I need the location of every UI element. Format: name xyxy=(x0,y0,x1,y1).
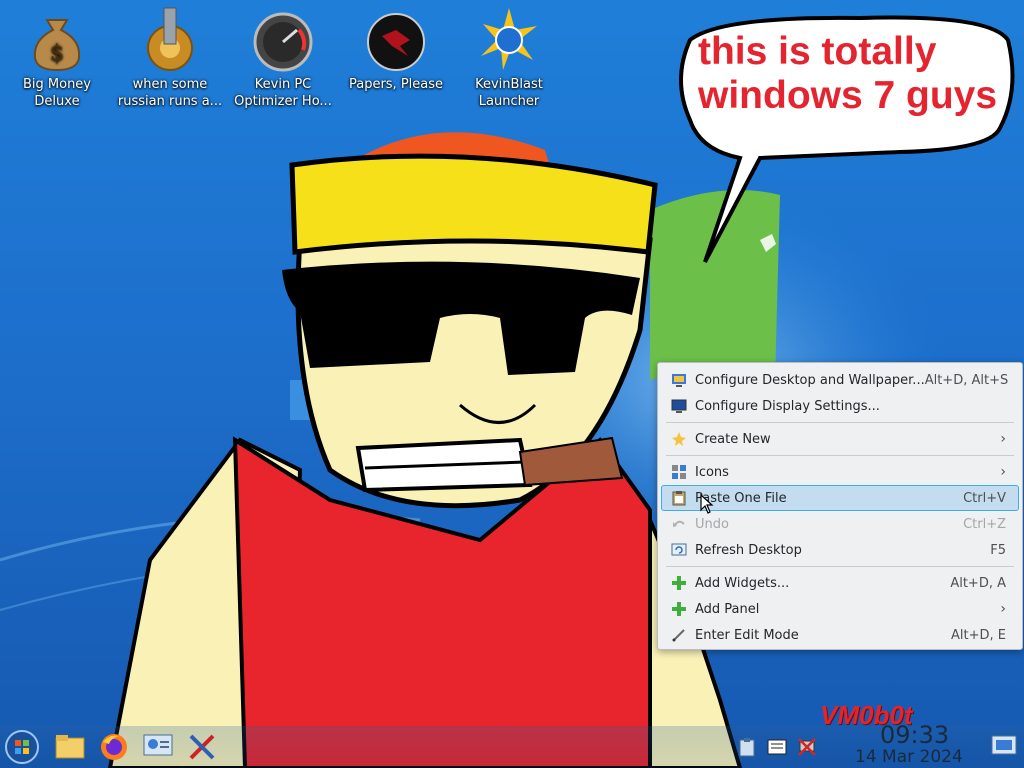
clipboard-tray-button[interactable] xyxy=(736,736,758,758)
system-settings-button[interactable] xyxy=(140,729,176,765)
menu-separator xyxy=(666,455,1014,456)
firefox-button[interactable] xyxy=(96,729,132,765)
menu-configure-display[interactable]: Configure Display Settings... xyxy=(661,393,1019,419)
tools-button[interactable] xyxy=(184,729,220,765)
menu-paste[interactable]: Paste One File Ctrl+V xyxy=(661,485,1019,511)
notes-tray-button[interactable] xyxy=(766,736,788,758)
add-icon xyxy=(670,600,688,618)
show-desktop-button[interactable] xyxy=(990,731,1018,759)
chevron-right-icon: › xyxy=(1000,601,1006,617)
tools-icon xyxy=(189,734,215,760)
refresh-icon xyxy=(670,541,688,559)
start-orb-icon xyxy=(5,730,39,764)
network-tray-button[interactable] xyxy=(796,736,818,758)
gear-icon xyxy=(138,6,202,74)
network-icon xyxy=(798,738,816,756)
menu-separator xyxy=(666,566,1014,567)
clock-date: 14 Mar 2024 xyxy=(855,747,963,767)
paste-icon xyxy=(670,489,688,507)
menu-enter-edit-mode[interactable]: Enter Edit Mode Alt+D, E xyxy=(661,622,1019,648)
desktop-icon-big-money-deluxe[interactable]: $ Big Money Deluxe xyxy=(3,6,111,110)
menu-refresh-desktop[interactable]: Refresh Desktop F5 xyxy=(661,537,1019,563)
desktop-icon-label: Papers, Please xyxy=(348,77,444,92)
firefox-icon xyxy=(101,734,127,760)
desktop[interactable]: $ Big Money Deluxe when some russian run… xyxy=(0,0,1024,768)
menu-icons[interactable]: Icons › xyxy=(661,459,1019,485)
svg-text:$: $ xyxy=(50,41,64,66)
add-icon xyxy=(670,574,688,592)
show-desktop-icon xyxy=(991,735,1017,755)
clipboard-icon xyxy=(739,738,755,757)
menu-create-new[interactable]: Create New › xyxy=(661,426,1019,452)
chevron-right-icon: › xyxy=(1000,464,1006,480)
money-bag-icon: $ xyxy=(25,6,89,74)
new-icon xyxy=(670,430,688,448)
launcher-icon xyxy=(477,6,541,74)
desktop-icon-papers-please[interactable]: Papers, Please xyxy=(342,6,450,93)
desktop-icon-russian[interactable]: when some russian runs a... xyxy=(116,6,224,110)
file-manager-icon xyxy=(55,735,85,759)
speech-bubble-text: this is totally windows 7 guys xyxy=(698,30,998,117)
system-settings-icon xyxy=(143,734,173,756)
desktop-icon-label: Kevin PC Optimizer Ho... xyxy=(234,77,332,109)
notes-icon xyxy=(767,739,787,755)
desktop-config-icon xyxy=(670,371,688,389)
desktop-icon-kevinblast-launcher[interactable]: KevinBlast Launcher xyxy=(455,6,563,110)
chevron-right-icon: › xyxy=(1000,431,1006,447)
menu-add-panel[interactable]: Add Panel › xyxy=(661,596,1019,622)
menu-undo[interactable]: Undo Ctrl+Z xyxy=(661,511,1019,537)
papers-please-icon xyxy=(364,6,428,74)
menu-separator xyxy=(666,422,1014,423)
clock-time[interactable]: 09:33 xyxy=(880,721,949,749)
undo-icon xyxy=(670,515,688,533)
menu-add-widgets[interactable]: Add Widgets... Alt+D, A xyxy=(661,570,1019,596)
edit-icon xyxy=(670,626,688,644)
file-manager-button[interactable] xyxy=(52,729,88,765)
menu-configure-desktop[interactable]: Configure Desktop and Wallpaper... Alt+D… xyxy=(661,367,1019,393)
desktop-icon-kevin-pc-optimizer[interactable]: Kevin PC Optimizer Ho... xyxy=(229,6,337,110)
start-orb-button[interactable] xyxy=(4,729,40,765)
desktop-icon-label: Big Money Deluxe xyxy=(22,77,91,109)
mouse-cursor-icon xyxy=(700,494,714,514)
speedometer-icon xyxy=(251,6,315,74)
icons-icon xyxy=(670,463,688,481)
desktop-icon-label: when some russian runs a... xyxy=(117,77,223,109)
desktop-icon-label: KevinBlast Launcher xyxy=(475,77,543,109)
display-icon xyxy=(670,397,688,415)
